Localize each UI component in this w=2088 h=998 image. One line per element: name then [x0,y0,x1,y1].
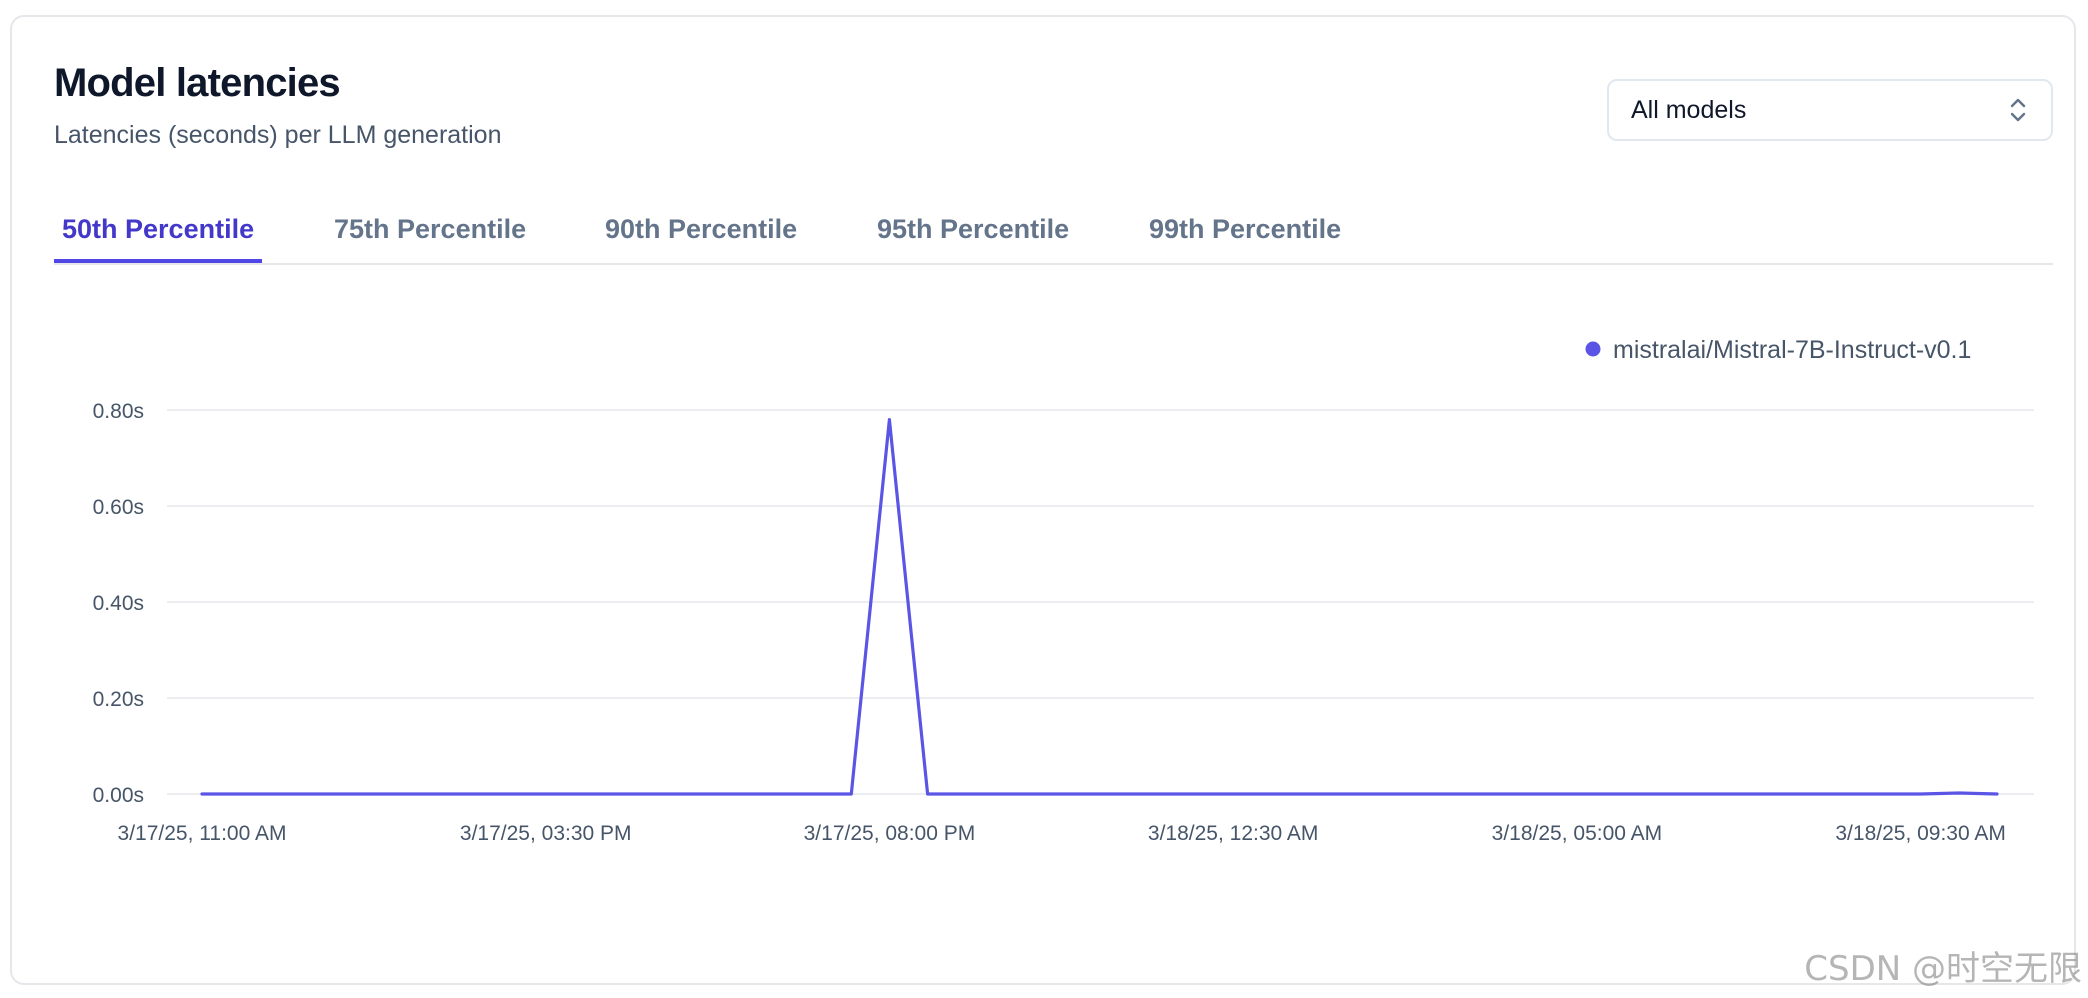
x-tick-label: 3/18/25, 05:00 AM [1492,822,1662,845]
watermark-text: CSDN @时空无限 [1804,949,2082,989]
series-line [200,418,1999,796]
y-tick-label: 0.40s [93,592,144,615]
y-tick-label: 0.20s [93,688,144,711]
legend-label: mistralai/Mistral-7B-Instruct-v0.1 [1613,336,1971,364]
y-tick-label: 0.00s [93,784,144,807]
latency-line-chart: 0.00s 0.20s 0.40s 0.60s 0.80s 3/17/25, 11:00 … [93,336,2034,845]
x-tick-label: 3/18/25, 12:30 AM [1148,822,1318,845]
model-latencies-card: Model latencies Latencies (seconds) per … [10,15,2076,985]
y-tick-label: 0.60s [93,496,144,519]
y-tick-label: 0.80s [93,400,144,423]
x-tick-label: 3/17/25, 03:30 PM [460,822,632,845]
x-tick-label: 3/18/25, 09:30 AM [1835,822,2005,845]
x-tick-label: 3/17/25, 08:00 PM [804,822,976,845]
legend-marker [1585,341,1601,357]
x-tick-label: 3/17/25, 11:00 AM [118,822,287,845]
